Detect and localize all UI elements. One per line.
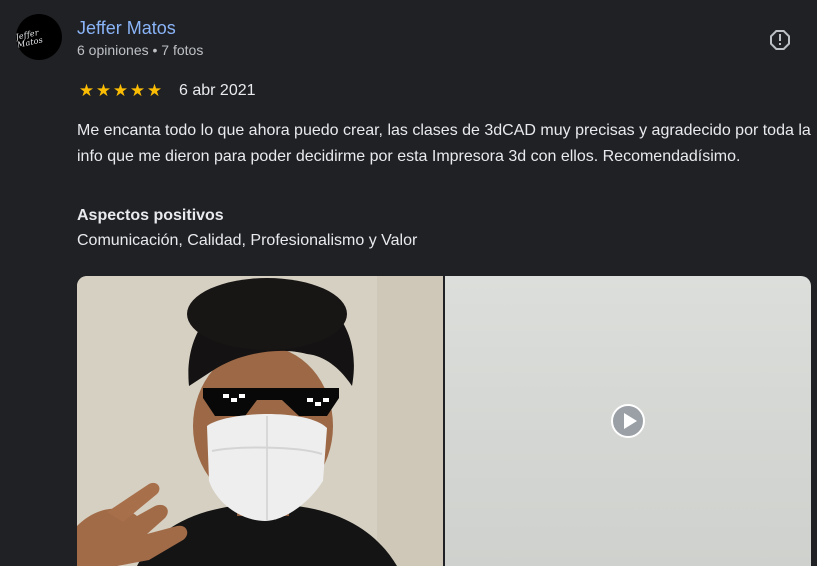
review-video-thumbnail[interactable] [445,276,811,566]
star-icon: ★ [129,81,146,100]
photo-gallery [77,276,811,566]
review-text: Me encanta todo lo que ahora puedo crear… [77,122,811,165]
play-button[interactable] [610,403,646,439]
review-card: Jeffer Matos Jeffer Matos 6 opiniones • … [0,0,817,566]
aspects-values: Comunicación, Calidad, Profesionalismo y… [77,232,418,249]
avatar[interactable]: Jeffer Matos [16,14,62,60]
author-name-link[interactable]: Jeffer Matos [77,17,176,39]
author-meta: 6 opiniones • 7 fotos [77,42,204,58]
star-rating: ★ ★ ★ ★ ★ [78,81,163,101]
play-icon [611,404,645,438]
star-icon: ★ [112,81,129,100]
selfie-photo-image [77,276,443,566]
review-photo[interactable] [77,276,443,566]
report-button[interactable] [768,28,792,52]
review-date: 6 abr 2021 [179,82,256,99]
star-icon: ★ [78,81,95,100]
report-flag-icon [770,30,790,50]
star-icon: ★ [146,81,163,100]
star-icon: ★ [95,81,112,100]
aspects-title: Aspectos positivos [77,207,224,224]
avatar-signature: Jeffer Matos [16,28,44,50]
